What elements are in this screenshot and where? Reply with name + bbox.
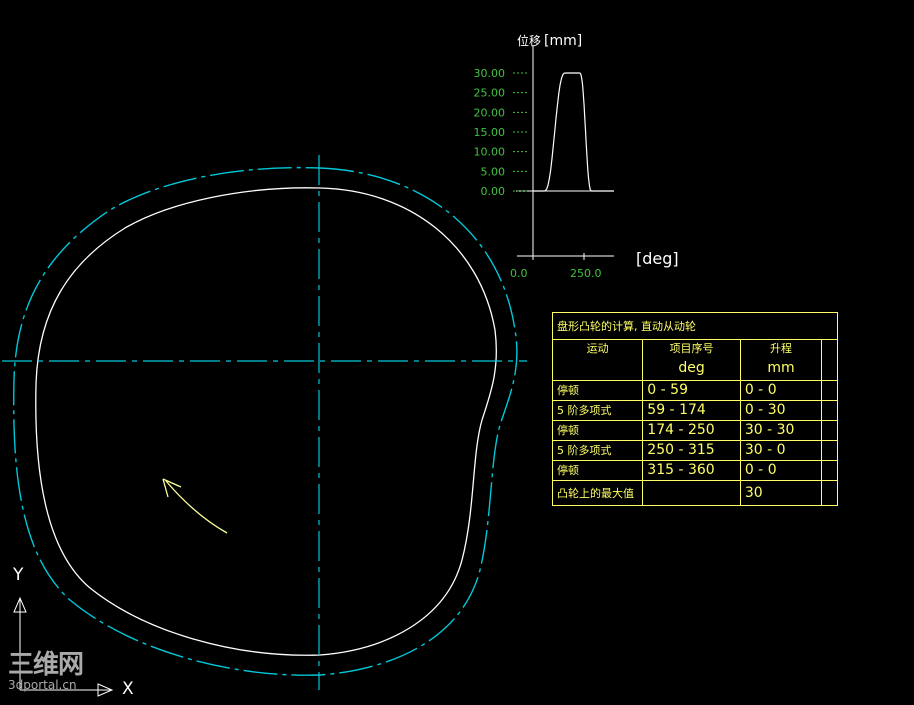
graph-y-tick-label: 20.00 <box>474 106 506 119</box>
table-row: 停顿 174 - 250 30 - 30 <box>551 420 838 441</box>
table-title-row: 盘形凸轮的计算, 直动从动轮 <box>552 312 838 340</box>
cam-drawing <box>2 155 527 690</box>
graph-y-tick-label: 5.00 <box>481 165 506 178</box>
table-row: 5 阶多项式 250 - 315 30 - 0 <box>551 440 838 461</box>
rotation-arrow-icon <box>162 478 228 534</box>
graph-x-tick-0: 0.0 <box>510 267 528 280</box>
header-lift: 升程 mm <box>739 339 823 381</box>
graph-x-tick-250: 250.0 <box>570 267 602 280</box>
graph-ylabel: 位移 <box>517 33 541 48</box>
pitch-curve <box>13 166 518 676</box>
table-row: 停顿 0 - 59 0 - 0 <box>551 380 838 401</box>
table-max-row: 凸轮上的最大值 30 <box>551 480 838 506</box>
table-row: 停顿 315 - 360 0 - 0 <box>551 460 838 481</box>
table-title: 盘形凸轮的计算, 直动从动轮 <box>552 312 838 340</box>
header-extra <box>821 339 838 381</box>
table-header-row: 运动 项目序号 deg 升程 mm <box>551 339 838 381</box>
header-range: 项目序号 deg <box>642 339 741 381</box>
displacement-graph: 位移 [mm] 30.00 25.00 20.00 15.00 10.00 5.00 0.0… <box>474 33 679 280</box>
graph-y-tick-label: 15.00 <box>474 126 506 139</box>
max-value: 30 <box>739 480 823 506</box>
graph-y-tick-label: 0.00 <box>481 185 506 198</box>
ucs-y-label: Y <box>12 565 24 585</box>
watermark-sub: 3dportal.cn <box>8 678 77 692</box>
watermark-logo: 三维网 3dportal.cn <box>8 650 84 692</box>
graph-xlabel: [deg] <box>636 249 679 268</box>
graph-y-tick-label: 25.00 <box>474 87 506 100</box>
graph-ylabel-unit: [mm] <box>544 33 582 49</box>
cam-calculation-table: 盘形凸轮的计算, 直动从动轮 运动 项目序号 deg 升程 mm 停顿 0 - 59 0… <box>551 312 838 506</box>
graph-y-ticks: 30.00 25.00 20.00 15.00 10.00 5.00 0.00 <box>474 67 528 198</box>
table-row: 5 阶多项式 59 - 174 0 - 30 <box>551 400 838 421</box>
header-motion: 运动 <box>551 339 644 381</box>
max-label: 凸轮上的最大值 <box>551 480 644 506</box>
graph-y-tick-label: 30.00 <box>474 67 506 80</box>
watermark-main: 三维网 <box>8 650 84 680</box>
ucs-x-label: X <box>122 679 134 699</box>
cam-calculation-table-frame: 盘形凸轮的计算, 直动从动轮 运动 项目序号 deg 升程 mm 停顿 0 - 59 0… <box>551 312 838 530</box>
cam-profile <box>35 187 497 656</box>
displacement-curve <box>533 72 614 192</box>
graph-y-tick-label: 10.00 <box>474 146 506 159</box>
